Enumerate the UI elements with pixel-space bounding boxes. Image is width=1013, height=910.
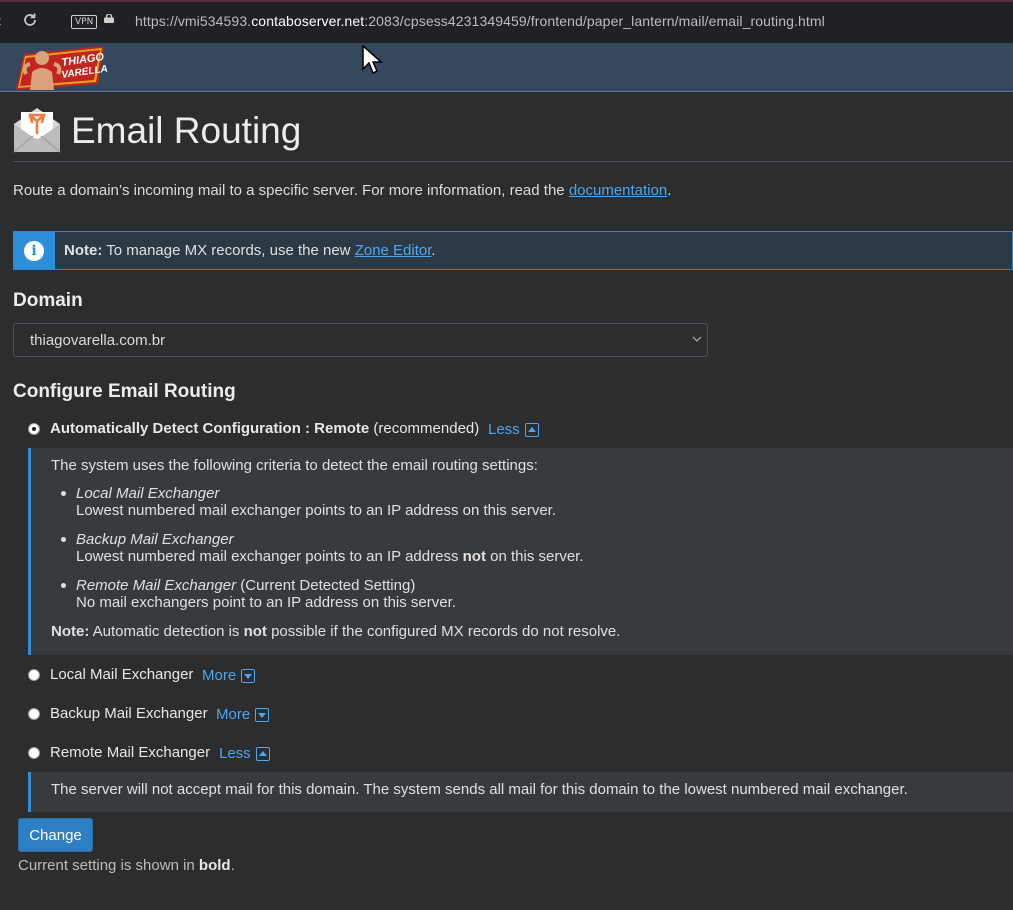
radio-remote[interactable] [28, 747, 40, 759]
remote-panel: The server will not accept mail for this… [28, 772, 1013, 812]
info-alert: i Note: To manage MX records, use the ne… [13, 231, 1013, 270]
email-routing-icon [13, 108, 61, 153]
radio-local[interactable] [28, 669, 40, 681]
routing-option-remote: Remote Mail Exchanger Less [28, 744, 308, 764]
expand-icon [255, 708, 270, 722]
current-setting-note: Current setting is shown in bold. [18, 857, 235, 874]
criteria-local: Local Mail Exchanger Lowest numbered mai… [61, 485, 556, 519]
expand-icon [241, 669, 256, 683]
collapse-icon [524, 423, 539, 437]
title-divider [13, 161, 1013, 162]
auto-detect-panel: The system uses the following criteria t… [28, 448, 1013, 655]
browser-toolbar: ‹ VPN https://vmi534593.contaboserver.ne… [0, 0, 1013, 43]
zone-editor-link[interactable]: Zone Editor [355, 242, 432, 259]
radio-auto-detect[interactable] [28, 423, 40, 435]
brand-logo[interactable]: THIAGO VARELLA [12, 44, 108, 92]
routing-option-backup: Backup Mail Exchanger More [28, 705, 308, 725]
criteria-remote: Remote Mail Exchanger (Current Detected … [61, 577, 456, 611]
auto-panel-note: Note: Automatic detection is not possibl… [51, 623, 621, 640]
alert-text: Note: To manage MX records, use the new … [64, 242, 436, 259]
radio-local-label[interactable]: Local Mail Exchanger [50, 666, 193, 683]
collapse-icon [255, 747, 270, 761]
cpanel-header: THIAGO VARELLA [0, 43, 1013, 92]
documentation-link[interactable]: documentation [569, 182, 667, 199]
change-button[interactable]: Change [18, 818, 93, 852]
auto-panel-intro: The system uses the following criteria t… [51, 457, 538, 474]
page-title: Email Routing [71, 110, 302, 151]
radio-backup-label[interactable]: Backup Mail Exchanger [50, 705, 208, 722]
routing-option-local: Local Mail Exchanger More [28, 666, 308, 686]
remote-panel-text: The server will not accept mail for this… [51, 781, 908, 798]
toggle-more-backup[interactable]: More [216, 706, 270, 723]
domain-select[interactable]: thiagovarella.com.br [13, 323, 708, 357]
chevron-down-icon [692, 336, 702, 342]
vpn-badge[interactable]: VPN [71, 15, 98, 29]
address-bar-url[interactable]: https://vmi534593.contaboserver.net:2083… [135, 13, 825, 29]
toggle-more-local[interactable]: More [202, 667, 256, 684]
mouse-cursor-icon [362, 45, 383, 75]
radio-backup[interactable] [28, 708, 40, 720]
routing-heading: Configure Email Routing [13, 381, 236, 402]
alert-icon-box: i [14, 232, 55, 269]
routing-option-auto: Automatically Detect Configuration : Rem… [28, 420, 548, 440]
info-icon: i [24, 241, 44, 261]
domain-heading: Domain [13, 290, 83, 311]
back-icon[interactable]: ‹ [0, 11, 2, 31]
domain-select-value: thiagovarella.com.br [30, 332, 166, 349]
radio-auto-label[interactable]: Automatically Detect Configuration : Rem… [50, 420, 479, 437]
toggle-less-remote[interactable]: Less [219, 745, 270, 762]
lock-icon[interactable] [104, 14, 114, 23]
intro-text: Route a domain’s incoming mail to a spec… [13, 182, 672, 199]
criteria-backup: Backup Mail Exchanger Lowest numbered ma… [61, 531, 584, 565]
reload-icon[interactable] [22, 12, 38, 33]
toggle-less-auto[interactable]: Less [488, 421, 539, 438]
radio-remote-label[interactable]: Remote Mail Exchanger [50, 744, 210, 761]
